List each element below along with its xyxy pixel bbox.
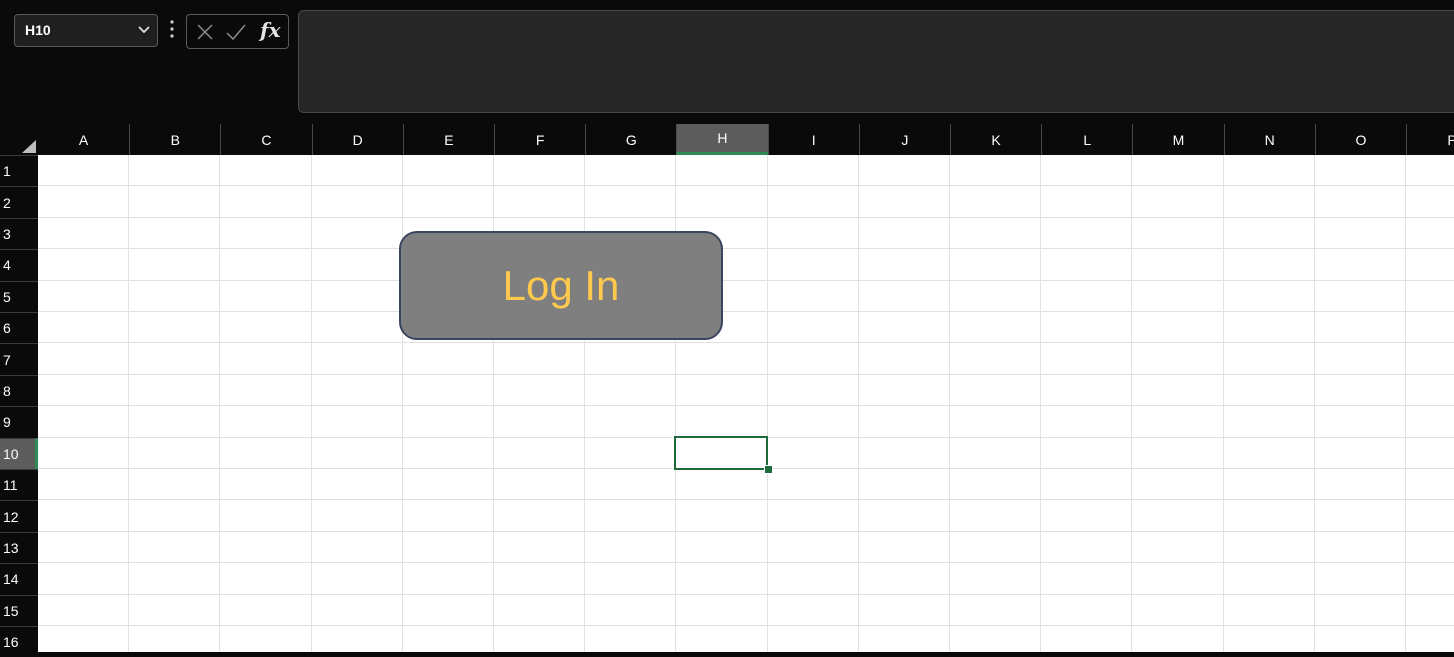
row-header-9[interactable]: 9 [0,406,38,437]
row-header-5[interactable]: 5 [0,280,38,312]
worksheet-grid[interactable] [38,155,1454,652]
column-header-c[interactable]: C [220,124,311,155]
row-header-13[interactable]: 13 [0,531,38,563]
gridline-horizontal [38,248,1454,250]
gridline-vertical [584,155,586,652]
chevron-down-icon[interactable] [137,25,151,35]
vertical-dots-icon[interactable] [168,18,176,40]
checkmark-icon[interactable] [225,22,247,42]
row-header-11[interactable]: 11 [0,469,38,500]
gridline-horizontal [38,530,1454,532]
formula-input[interactable] [298,10,1454,113]
name-box[interactable]: H10 [14,14,158,47]
column-header-o[interactable]: O [1314,124,1406,155]
column-header-b[interactable]: B [129,124,220,155]
column-header-j[interactable]: J [858,124,950,155]
gridline-horizontal [38,625,1454,626]
row-header-10[interactable]: 10 [0,437,38,469]
column-header-p[interactable]: P [1406,124,1454,155]
active-cell[interactable] [674,436,768,470]
row-header-2[interactable]: 2 [0,186,38,217]
gridline-vertical [675,155,677,652]
column-header-e[interactable]: E [402,124,494,155]
gridline-vertical [949,155,950,652]
gridline-vertical [401,155,403,652]
fx-icon[interactable]: fx [260,18,281,42]
select-all-triangle-icon[interactable] [0,124,38,155]
gridline-horizontal [38,562,1454,564]
gridline-vertical [1313,155,1315,652]
gridline-vertical [857,155,859,652]
row-header-15[interactable]: 15 [0,594,38,626]
row-header-4[interactable]: 4 [0,249,38,280]
gridline-vertical [219,155,221,652]
name-box-value: H10 [25,22,51,38]
gridline-vertical [128,155,130,652]
column-header-l[interactable]: L [1041,124,1132,155]
gridline-horizontal [38,499,1454,501]
gridline-vertical [493,155,494,652]
row-header-16[interactable]: 16 [0,626,38,657]
gridline-vertical [766,155,768,652]
column-header-d[interactable]: D [311,124,403,155]
formula-bar-area: H10 fx [0,0,1454,124]
column-header-k[interactable]: K [950,124,1041,155]
column-header-m[interactable]: M [1132,124,1223,155]
row-header-6[interactable]: 6 [0,312,38,343]
gridline-horizontal [38,373,1454,375]
gridline-horizontal [38,216,1454,218]
gridline-horizontal [38,342,1454,344]
row-header-3[interactable]: 3 [0,217,38,249]
row-header-8[interactable]: 8 [0,374,38,406]
gridline-vertical [1222,155,1224,652]
gridline-vertical [310,155,312,652]
fill-handle[interactable] [764,465,773,474]
login-button[interactable]: Log In [399,231,723,340]
gridline-vertical [1405,155,1406,652]
gridline-vertical [1040,155,1042,652]
login-button-label: Log In [502,261,620,309]
gridline-horizontal [38,593,1454,595]
column-header-row: ABCDEFGHIJKLMNOP [0,124,1454,155]
column-header-i[interactable]: I [767,124,859,155]
column-header-g[interactable]: G [585,124,676,155]
close-icon[interactable] [195,22,215,42]
gridline-horizontal [38,185,1454,187]
gridline-horizontal [38,405,1454,407]
gridline-horizontal [38,311,1454,312]
row-header-12[interactable]: 12 [0,500,38,531]
column-header-f[interactable]: F [494,124,585,155]
row-header-14[interactable]: 14 [0,563,38,594]
gridline-vertical [1131,155,1133,652]
gridline-horizontal [38,279,1454,281]
column-header-a[interactable]: A [38,124,129,155]
column-header-n[interactable]: N [1223,124,1315,155]
row-header-7[interactable]: 7 [0,343,38,374]
row-header-1[interactable]: 1 [0,155,38,186]
formula-buttons: fx [186,14,289,49]
column-header-h[interactable]: H [676,124,768,155]
